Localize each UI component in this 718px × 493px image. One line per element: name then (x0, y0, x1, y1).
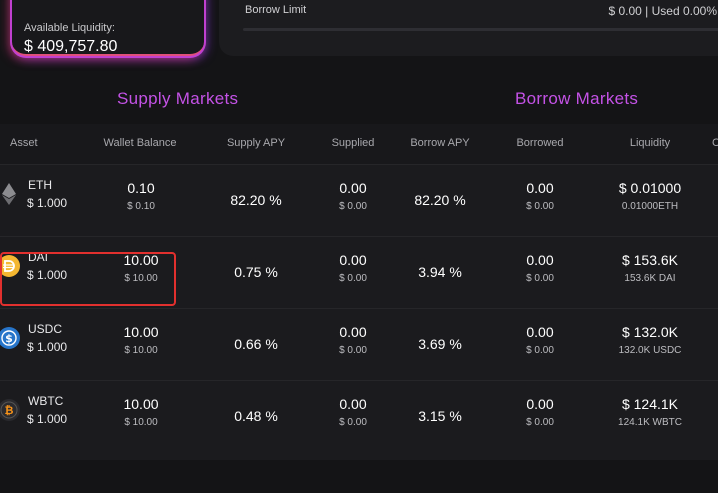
highlight-box (0, 252, 176, 306)
supplied-amount: 0.00 (339, 396, 367, 412)
borrowed-usd: $ 0.00 (526, 273, 554, 284)
borrow-apy: 3.69 % (418, 336, 462, 352)
borrowed-amount: 0.00 (526, 180, 554, 196)
wallet-balance-usd: $ 0.10 (127, 201, 155, 212)
borrow-apy: 3.15 % (418, 408, 462, 424)
liquidity-token-amount: 153.6K DAI (624, 273, 676, 284)
borrow-apy: 3.94 % (418, 264, 462, 280)
available-liquidity-value: $ 409,757.80 (24, 38, 118, 55)
liquidity-amount: $ 0.01000 (618, 180, 682, 196)
table-header: Asset Wallet Balance Supply APY Supplied… (0, 124, 718, 164)
borrowed-usd: $ 0.00 (526, 201, 554, 212)
supply-apy: 0.75 % (234, 264, 278, 280)
wallet-balance-usd: $ 10.00 (124, 417, 158, 428)
borrowed-usd: $ 0.00 (526, 345, 554, 356)
supply-markets-title: Supply Markets (117, 89, 239, 108)
table-row[interactable]: ₿ WBTC $ 1.000 10.00 $ 10.00 0.48 % 0.00… (0, 380, 718, 452)
svg-text:₿: ₿ (5, 404, 14, 417)
liquidity-token-amount: 0.01000ETH (621, 201, 679, 212)
supplied-usd: $ 0.00 (339, 417, 367, 428)
borrow-limit-card: Borrow Limit $ 0.00 | Used 0.00% (219, 0, 718, 56)
column-header-borrowed: Borrowed (516, 137, 564, 149)
supplied-amount: 0.00 (339, 324, 367, 340)
eth-icon (0, 183, 20, 205)
supply-apy: 0.66 % (234, 336, 278, 352)
liquidity-amount: $ 124.1K (621, 396, 679, 412)
column-header-supplied: Supplied (331, 137, 375, 149)
supplied-usd: $ 0.00 (339, 345, 367, 356)
supplied-amount: 0.00 (339, 252, 367, 268)
table-row[interactable]: $ USDC $ 1.000 10.00 $ 10.00 0.66 % 0.00… (0, 308, 718, 380)
svg-text:$: $ (5, 332, 13, 345)
liquidity-token-amount: 132.0K USDC (618, 345, 682, 356)
column-header-asset: Asset (10, 137, 38, 149)
column-header-extra: C (712, 137, 718, 149)
borrowed-amount: 0.00 (526, 324, 554, 340)
column-header-wallet-balance: Wallet Balance (103, 137, 177, 149)
liquidity-amount: $ 132.0K (621, 324, 679, 340)
usdc-icon: $ (0, 327, 20, 349)
borrowed-amount: 0.00 (526, 396, 554, 412)
liquidity-token-amount: 124.1K WBTC (618, 417, 682, 428)
wallet-balance-usd: $ 10.00 (124, 345, 158, 356)
supply-apy: 82.20 % (230, 192, 282, 208)
wallet-balance: 10.00 (123, 324, 159, 340)
borrow-limit-value: $ 0.00 | Used 0.00% (608, 4, 717, 18)
available-liquidity-label: Available Liquidity: (24, 22, 115, 34)
supply-apy: 0.48 % (234, 408, 278, 424)
asset-symbol: USDC (28, 322, 63, 336)
supplied-usd: $ 0.00 (339, 201, 367, 212)
asset-price: $ 1.000 (27, 340, 68, 354)
table-row[interactable]: ETH $ 1.000 0.10 $ 0.10 82.20 % 0.00 $ 0… (0, 164, 718, 236)
borrow-limit-progress-bar (243, 28, 718, 31)
borrowed-usd: $ 0.00 (526, 417, 554, 428)
column-header-liquidity: Liquidity (629, 137, 671, 149)
borrow-apy: 82.20 % (414, 192, 466, 208)
borrowed-amount: 0.00 (526, 252, 554, 268)
asset-symbol: WBTC (28, 394, 64, 408)
wbtc-icon: ₿ (0, 399, 20, 421)
borrow-limit-label: Borrow Limit (245, 4, 307, 16)
asset-symbol: ETH (28, 178, 52, 192)
wallet-balance: 0.10 (127, 180, 155, 196)
asset-price: $ 1.000 (27, 196, 68, 210)
asset-price: $ 1.000 (27, 412, 68, 426)
supplied-usd: $ 0.00 (339, 273, 367, 284)
supplied-amount: 0.00 (339, 180, 367, 196)
liquidity-amount: $ 153.6K (621, 252, 679, 268)
wallet-balance: 10.00 (123, 396, 159, 412)
column-header-borrow-apy: Borrow APY (410, 137, 470, 149)
borrow-markets-title: Borrow Markets (515, 89, 639, 108)
column-header-supply-apy: Supply APY (226, 137, 286, 149)
